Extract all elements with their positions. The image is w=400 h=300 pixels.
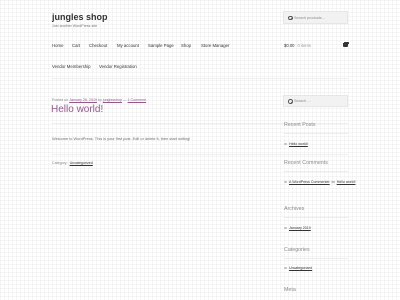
comment-author-link[interactable]: A WordPress Commenter (289, 180, 330, 184)
sidebar-search-field[interactable] (283, 95, 348, 107)
widget-divider (284, 171, 348, 172)
post-content: Welcome to WordPress. This is your first… (52, 136, 191, 141)
widget-divider (284, 258, 348, 259)
cart-item-count: 0 items (297, 43, 311, 48)
nav-checkout[interactable]: Checkout (89, 43, 107, 48)
folder-icon (284, 226, 287, 230)
posted-on-label: Posted on (52, 98, 69, 102)
post-comments-link[interactable]: 1 Comment (128, 98, 147, 102)
sidebar-search-input[interactable] (293, 99, 347, 103)
nav-home[interactable]: Home (52, 43, 63, 48)
folder-icon (284, 266, 287, 270)
meta-separator: — (122, 98, 127, 102)
site-title[interactable]: jungles shop (52, 12, 108, 22)
header-cart-link[interactable]: $0.00 0 items (284, 43, 311, 48)
widget-divider (284, 133, 348, 134)
shopping-bag-icon[interactable] (343, 41, 349, 47)
comment-icon (284, 180, 287, 184)
widget-title-archives: Archives (284, 206, 305, 212)
post-author-link[interactable]: junglesshop (103, 98, 122, 102)
nav-store-manager[interactable]: Store Manager (201, 43, 229, 48)
cart-amount: $0.00 (284, 43, 295, 48)
post-title[interactable]: Hello world! (51, 104, 103, 115)
nav-shop[interactable]: Shop (181, 43, 191, 48)
by-label: by (97, 98, 102, 102)
archive-item[interactable]: January 2019 (284, 226, 311, 230)
recent-post-item[interactable]: Hello world! (284, 142, 308, 146)
nav-cart[interactable]: Cart (72, 43, 80, 48)
archive-link[interactable]: January 2019 (289, 226, 311, 230)
post-category: Category: Uncategorized (52, 161, 93, 165)
header-divider (52, 78, 348, 79)
widget-divider (284, 217, 348, 218)
comment-on-label: on (331, 180, 336, 184)
category-link[interactable]: Uncategorized (70, 161, 93, 165)
post-date-link[interactable]: January 26, 2019 (69, 98, 97, 102)
nav-vendor-membership[interactable]: Vendor Membership (52, 64, 90, 69)
nav-vendor-registration[interactable]: Vendor Registration (99, 64, 137, 69)
nav-my-account[interactable]: My account (117, 43, 139, 48)
product-search-input[interactable] (293, 15, 347, 20)
product-search-field[interactable] (283, 11, 348, 24)
widget-title-recent-posts: Recent Posts (284, 122, 316, 128)
widget-title-meta: Meta (284, 287, 296, 293)
document-icon (284, 142, 287, 146)
recent-comment-item: A WordPress Commenter on Hello world! (284, 180, 355, 185)
comment-post-link[interactable]: Hello world! (337, 180, 356, 184)
search-icon (288, 99, 293, 104)
search-icon (288, 15, 293, 21)
post-footer-divider (52, 154, 348, 155)
recent-post-link[interactable]: Hello world! (289, 142, 308, 146)
category-label: Category: (52, 161, 68, 165)
category-item[interactable]: Uncategorized (284, 266, 312, 270)
nav-sample-page[interactable]: Sample Page (148, 43, 174, 48)
post-meta: Posted on January 26, 2019 by junglessho… (52, 98, 146, 102)
widget-title-recent-comments: Recent Comments (284, 160, 328, 166)
sidebar-category-link[interactable]: Uncategorized (289, 266, 312, 270)
site-description: Just another WordPress site (52, 24, 98, 28)
widget-title-categories: Categories (284, 247, 310, 253)
